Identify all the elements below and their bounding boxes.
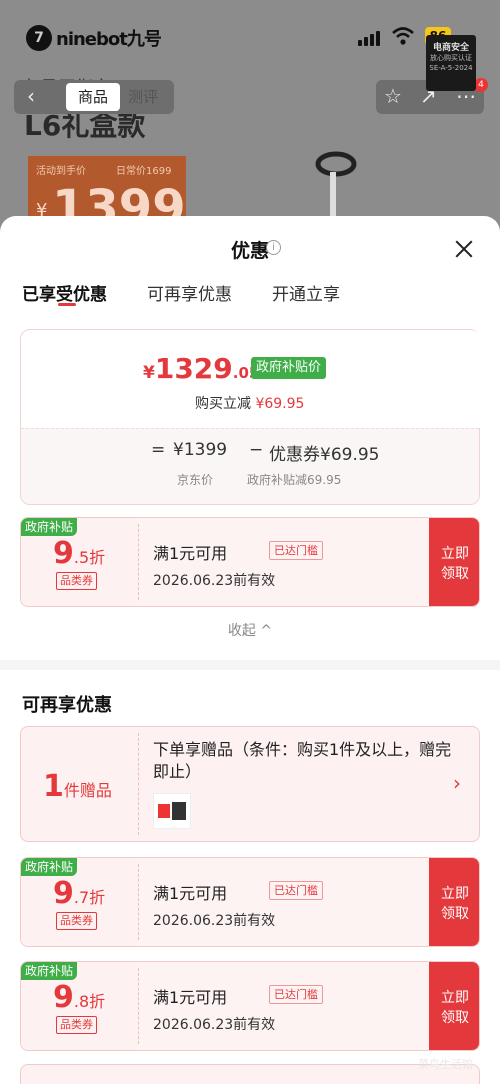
- cart-count-badge: 4: [474, 78, 488, 92]
- coupon-body: 满1元可用 已达门槛 2026.06.23前有效: [139, 858, 429, 946]
- discount-int: 9: [53, 980, 74, 1015]
- tab-underline: [58, 303, 76, 306]
- tab-more-available[interactable]: 可再享优惠: [147, 280, 232, 305]
- buy-reduce-line: 购买立减 ¥69.95: [195, 393, 304, 413]
- discount-int: 9: [53, 876, 74, 911]
- section-divider: [0, 660, 500, 670]
- coupon-condition: 满1元可用: [153, 988, 228, 1007]
- claim-button[interactable]: 立即领取: [429, 962, 479, 1050]
- coupon-expiry: 2026.06.23前有效: [153, 913, 276, 929]
- coupon-body: 满1元可用 已达门槛 2026.06.23前有效: [139, 518, 429, 606]
- coupon-card: 政府补贴 9.7折 品类券 满1元可用 已达门槛 2026.06.23前有效 立…: [20, 857, 480, 947]
- watermark: 菜鸟生活馆: [418, 1058, 473, 1071]
- discount-sheet: 优惠 i 已享受优惠 可再享优惠 开通立享 ¥1329.05 政府补贴价 购买立…: [0, 216, 500, 1084]
- coupon-discount: 9.5折: [53, 536, 105, 571]
- discount-dec: .7折: [73, 888, 106, 907]
- coupon-discount: 9.7折: [53, 876, 105, 911]
- coupon-body: 满1元可用 已达门槛 2026.06.23前有效: [139, 962, 429, 1050]
- discount-dec: .5折: [73, 548, 106, 567]
- gov-subsidy-tag: 政府补贴: [21, 962, 78, 980]
- seal-line3: SE-A-5-2024: [429, 64, 473, 72]
- coupon-card-partial: [20, 1064, 480, 1084]
- formula-equals: =: [151, 440, 166, 460]
- category-coupon-tag: 品类券: [56, 572, 97, 590]
- sheet-title: 优惠: [0, 236, 500, 263]
- nav-tab-review[interactable]: 测评: [128, 86, 158, 107]
- gov-subsidy-tag: 政府补贴: [21, 858, 78, 876]
- gift-description: 下单享赠品（条件：购买1件及以上，赠完即止）: [153, 740, 452, 781]
- coupon-discount: 9.8折: [53, 980, 105, 1015]
- coupon-expiry: 2026.06.23前有效: [153, 573, 276, 589]
- section-title-more: 可再享优惠: [22, 695, 112, 716]
- tab-enjoyed[interactable]: 已享受优惠: [22, 280, 107, 305]
- tab-activate[interactable]: 开通立享: [272, 280, 340, 305]
- close-icon[interactable]: [453, 238, 475, 260]
- coupon-left: 政府补贴 9.7折 品类券: [21, 858, 138, 946]
- threshold-met-tag: 已达门槛: [269, 881, 323, 900]
- cellular-signal-icon: [358, 30, 380, 46]
- gift-count-number: 1: [43, 769, 64, 804]
- formula-minus: −: [249, 440, 264, 460]
- coupon-condition: 满1元可用: [153, 544, 228, 563]
- gift-count: 1件赠品: [43, 769, 112, 804]
- discount-int: 9: [53, 536, 74, 571]
- seal-line2: 放心购买认证: [430, 54, 472, 62]
- nav-tab-goods[interactable]: 商品: [66, 83, 120, 111]
- promo-price-hint: 活动到手价: [36, 166, 86, 177]
- claim-button-label: 立即领取: [441, 886, 469, 922]
- claim-button[interactable]: 立即领取: [429, 858, 479, 946]
- claim-button[interactable]: 立即领取: [429, 518, 479, 606]
- coupon-condition: 满1元可用: [153, 884, 228, 903]
- app-logo-text: ninebot九号: [56, 29, 162, 50]
- price-summary: ¥1329.05 政府补贴价 购买立减 ¥69.95 = ¥1399 − 优惠券…: [20, 329, 481, 505]
- coupon-expiry: 2026.06.23前有效: [153, 1017, 276, 1033]
- gift-separator: [138, 733, 139, 835]
- gift-count-unit: 件赠品: [63, 781, 112, 800]
- jd-price-label: 京东价: [177, 473, 214, 487]
- gift-thumbnail: [153, 793, 191, 829]
- claim-button-label: 立即领取: [441, 990, 469, 1026]
- status-bar: 7 ninebot九号 86: [0, 0, 500, 70]
- category-coupon-tag: 品类券: [56, 1016, 97, 1034]
- favorite-star-icon[interactable]: ☆: [384, 84, 402, 108]
- threshold-met-tag: 已达门槛: [269, 985, 323, 1004]
- buy-reduce-value: ¥69.95: [255, 396, 305, 412]
- summary-top: ¥1329.05 政府补贴价 购买立减 ¥69.95: [21, 330, 481, 428]
- category-coupon-tag: 品类券: [56, 912, 97, 930]
- final-price-yen: ¥: [143, 363, 155, 383]
- final-price-int: 1329: [154, 352, 233, 385]
- coupon-left: 政府补贴 9.8折 品类券: [21, 962, 138, 1050]
- discount-dec: .8折: [73, 992, 106, 1011]
- seal-title: 电商安全: [432, 43, 469, 53]
- formula-jd-price: ¥1399: [173, 440, 228, 460]
- coupon-left: 政府补贴 9.5折 品类券: [21, 518, 138, 606]
- formula-coupon: 优惠券¥69.95: [269, 445, 380, 465]
- back-icon[interactable]: ‹: [14, 80, 48, 114]
- gov-subsidy-price-tag: 政府补贴价: [251, 357, 327, 379]
- claim-button-label: 立即领取: [441, 546, 469, 582]
- info-icon[interactable]: i: [266, 240, 281, 255]
- daily-price: 日常价1699: [116, 166, 172, 177]
- wifi-icon: [392, 27, 414, 45]
- app-logo-icon: 7: [26, 25, 52, 51]
- gov-reduce-label: 政府补贴减69.95: [247, 473, 342, 487]
- coupon-card: 政府补贴 9.5折 品类券 满1元可用 已达门槛 2026.06.23前有效 立…: [20, 517, 480, 607]
- coupon-card: 政府补贴 9.8折 品类券 满1元可用 已达门槛 2026.06.23前有效 立…: [20, 961, 480, 1051]
- gift-card[interactable]: 1件赠品 下单享赠品（条件：购买1件及以上，赠完即止） ›: [20, 726, 480, 842]
- gov-subsidy-tag: 政府补贴: [21, 518, 78, 536]
- threshold-met-tag: 已达门槛: [269, 541, 323, 560]
- sheet-title-text: 优惠: [230, 240, 269, 262]
- buy-reduce-label: 购买立减: [195, 396, 251, 412]
- chevron-right-icon: ›: [453, 771, 461, 795]
- collapse-toggle[interactable]: 收起 ^: [0, 620, 500, 640]
- security-seal: 电商安全 放心购买认证 SE-A-5-2024: [426, 35, 476, 91]
- final-price: ¥1329.05: [143, 352, 259, 385]
- gift-left: 1件赠品: [21, 727, 138, 841]
